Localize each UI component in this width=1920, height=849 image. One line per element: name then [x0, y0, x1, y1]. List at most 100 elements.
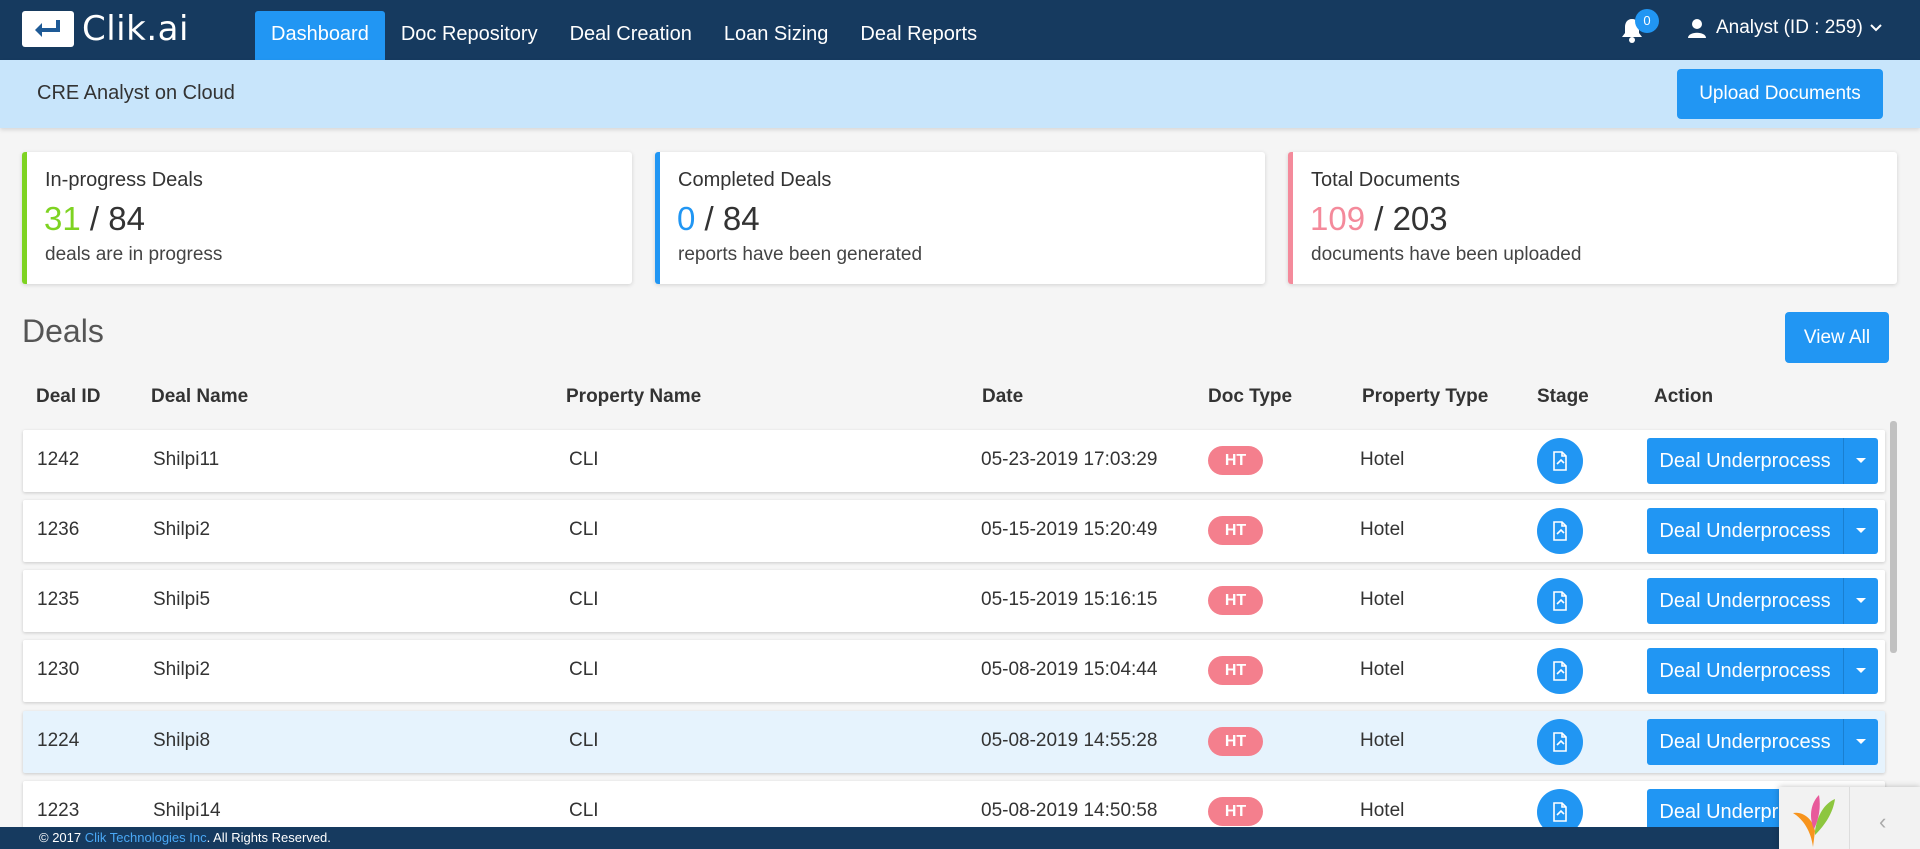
stat-card-documents: Total Documents 109 / 203 documents have…	[1288, 152, 1897, 284]
cell-date: 05-08-2019 15:04:44	[981, 659, 1158, 680]
footer-rights: . All Rights Reserved.	[206, 830, 331, 845]
app-logo[interactable]: Clik.ai	[22, 11, 189, 47]
deals-heading: Deals	[22, 313, 104, 349]
doc-type-badge: HT	[1208, 446, 1263, 475]
doc-type-badge: HT	[1208, 656, 1263, 685]
deal-underprocess-button[interactable]: Deal Underprocess	[1647, 648, 1843, 694]
column-header-action: Action	[1654, 386, 1714, 407]
table-row[interactable]: 1235 Shilpi5 CLI 05-15-2019 15:16:15 HT Hotel…	[23, 570, 1885, 632]
chevron-down-icon	[1870, 24, 1882, 32]
nav-doc-repository[interactable]: Doc Repository	[385, 11, 554, 60]
cell-deal-name: Shilpi8	[153, 730, 211, 751]
cell-property-name: CLI	[569, 519, 599, 540]
cell-property-type: Hotel	[1360, 519, 1405, 540]
deal-underprocess-button[interactable]: Deal Underprocess	[1647, 719, 1843, 765]
column-header-doc-type[interactable]: Doc Type	[1208, 386, 1292, 408]
cell-deal-name: Shilpi14	[153, 800, 221, 821]
card-accent-bar	[1288, 152, 1293, 284]
cell-property-type: Hotel	[1360, 800, 1405, 821]
cell-property-name: CLI	[569, 449, 599, 470]
stat-card-completed: Completed Deals 0 / 84 reports have been…	[655, 152, 1265, 284]
column-header-deal-id[interactable]: Deal ID	[36, 386, 100, 408]
column-header-stage: Stage	[1537, 386, 1589, 407]
column-header-property-type[interactable]: Property Type	[1362, 386, 1488, 408]
card-accent-bar	[22, 152, 27, 284]
card-separator: /	[1365, 200, 1393, 237]
column-header-date[interactable]: Date	[982, 386, 1023, 408]
caret-down-icon[interactable]	[1843, 578, 1878, 624]
table-row[interactable]: 1236 Shilpi2 CLI 05-15-2019 15:20:49 HT Hotel…	[23, 500, 1885, 562]
cell-deal-name: Shilpi11	[153, 449, 220, 470]
card-description: deals are in progress	[45, 244, 223, 265]
doc-type-badge: HT	[1208, 727, 1263, 756]
stage-document-icon[interactable]	[1537, 719, 1583, 765]
cell-deal-id: 1230	[37, 659, 80, 680]
cell-deal-id: 1223	[37, 800, 80, 821]
chevron-left-icon[interactable]: ‹	[1879, 809, 1886, 835]
deals-table-header: Deal ID Deal Name Property Name Date Doc…	[0, 386, 1920, 410]
deal-underprocess-button[interactable]: Deal Underprocess	[1647, 438, 1843, 484]
footer-copyright: © 2017	[39, 830, 85, 845]
cell-date: 05-15-2019 15:20:49	[981, 519, 1158, 540]
cell-date: 05-08-2019 14:55:28	[981, 730, 1158, 751]
cell-date: 05-15-2019 15:16:15	[981, 589, 1158, 610]
cell-property-name: CLI	[569, 730, 599, 751]
logo-text: Clik.ai	[82, 9, 189, 49]
stage-document-icon[interactable]	[1537, 578, 1583, 624]
user-icon	[1688, 19, 1706, 38]
nav-deal-creation[interactable]: Deal Creation	[554, 11, 708, 60]
cell-deal-name: Shilpi5	[153, 589, 211, 610]
deal-underprocess-button[interactable]: Deal Underprocess	[1647, 578, 1843, 624]
deal-underprocess-button[interactable]: Deal Underprocess	[1647, 508, 1843, 554]
card-value: 109	[1310, 200, 1366, 237]
table-row[interactable]: 1224 Shilpi8 CLI 05-08-2019 14:55:28 HT Hotel…	[23, 711, 1885, 773]
cell-property-type: Hotel	[1360, 449, 1405, 470]
card-count: 31 / 84	[44, 200, 145, 238]
column-header-deal-name[interactable]: Deal Name	[151, 386, 248, 408]
nav-dashboard[interactable]: Dashboard	[255, 11, 385, 60]
cell-date: 05-08-2019 14:50:58	[981, 800, 1158, 821]
card-description: reports have been generated	[678, 244, 923, 265]
logo-enter-icon	[22, 11, 74, 47]
doc-type-badge: HT	[1208, 797, 1263, 826]
caret-down-icon[interactable]	[1843, 648, 1878, 694]
table-scrollbar[interactable]	[1890, 421, 1897, 653]
leaf-logo-icon	[1793, 795, 1835, 847]
cell-property-name: CLI	[569, 589, 599, 610]
footer-company-link[interactable]: Clik Technologies Inc	[85, 830, 207, 845]
caret-down-icon[interactable]	[1843, 719, 1878, 765]
cell-property-type: Hotel	[1360, 730, 1405, 751]
stage-document-icon[interactable]	[1537, 438, 1583, 484]
notification-count-badge: 0	[1635, 9, 1659, 33]
card-value: 31	[44, 200, 81, 237]
nav-loan-sizing[interactable]: Loan Sizing	[708, 11, 845, 60]
caret-down-icon[interactable]	[1843, 438, 1878, 484]
cell-date: 05-23-2019 17:03:29	[981, 449, 1158, 470]
card-total: 84	[722, 200, 760, 237]
main-nav: Dashboard Doc Repository Deal Creation L…	[255, 11, 993, 60]
sub-header: CRE Analyst on Cloud Upload Documents	[0, 60, 1920, 128]
card-title: Total Documents	[1311, 169, 1460, 191]
table-row[interactable]: 1242 Shilpi11 CLI 05-23-2019 17:03:29 HT Hote…	[23, 430, 1885, 492]
column-header-property-name[interactable]: Property Name	[566, 386, 701, 408]
card-total: 203	[1392, 200, 1448, 237]
cell-deal-name: Shilpi2	[153, 519, 211, 540]
user-menu[interactable]: Analyst (ID : 259)	[1688, 17, 1893, 39]
top-navbar: Clik.ai Dashboard Doc Repository Deal Cr…	[0, 0, 1920, 60]
table-row[interactable]: 1230 Shilpi2 CLI 05-08-2019 15:04:44 HT Hotel…	[23, 640, 1885, 702]
nav-deal-reports[interactable]: Deal Reports	[844, 11, 993, 60]
cell-property-type: Hotel	[1360, 659, 1405, 680]
card-description: documents have been uploaded	[1311, 244, 1582, 265]
upload-documents-button[interactable]: Upload Documents	[1677, 69, 1883, 119]
stage-document-icon[interactable]	[1537, 648, 1583, 694]
view-all-button[interactable]: View All	[1785, 312, 1889, 363]
card-title: Completed Deals	[678, 169, 832, 191]
stage-document-icon[interactable]	[1537, 508, 1583, 554]
cell-property-type: Hotel	[1360, 589, 1405, 610]
corner-widget[interactable]: ‹	[1779, 787, 1920, 849]
card-separator: /	[80, 200, 109, 237]
cell-deal-id: 1235	[37, 589, 80, 610]
cell-deal-id: 1224	[37, 730, 80, 751]
caret-down-icon[interactable]	[1843, 508, 1878, 554]
cell-deal-name: Shilpi2	[153, 659, 211, 680]
